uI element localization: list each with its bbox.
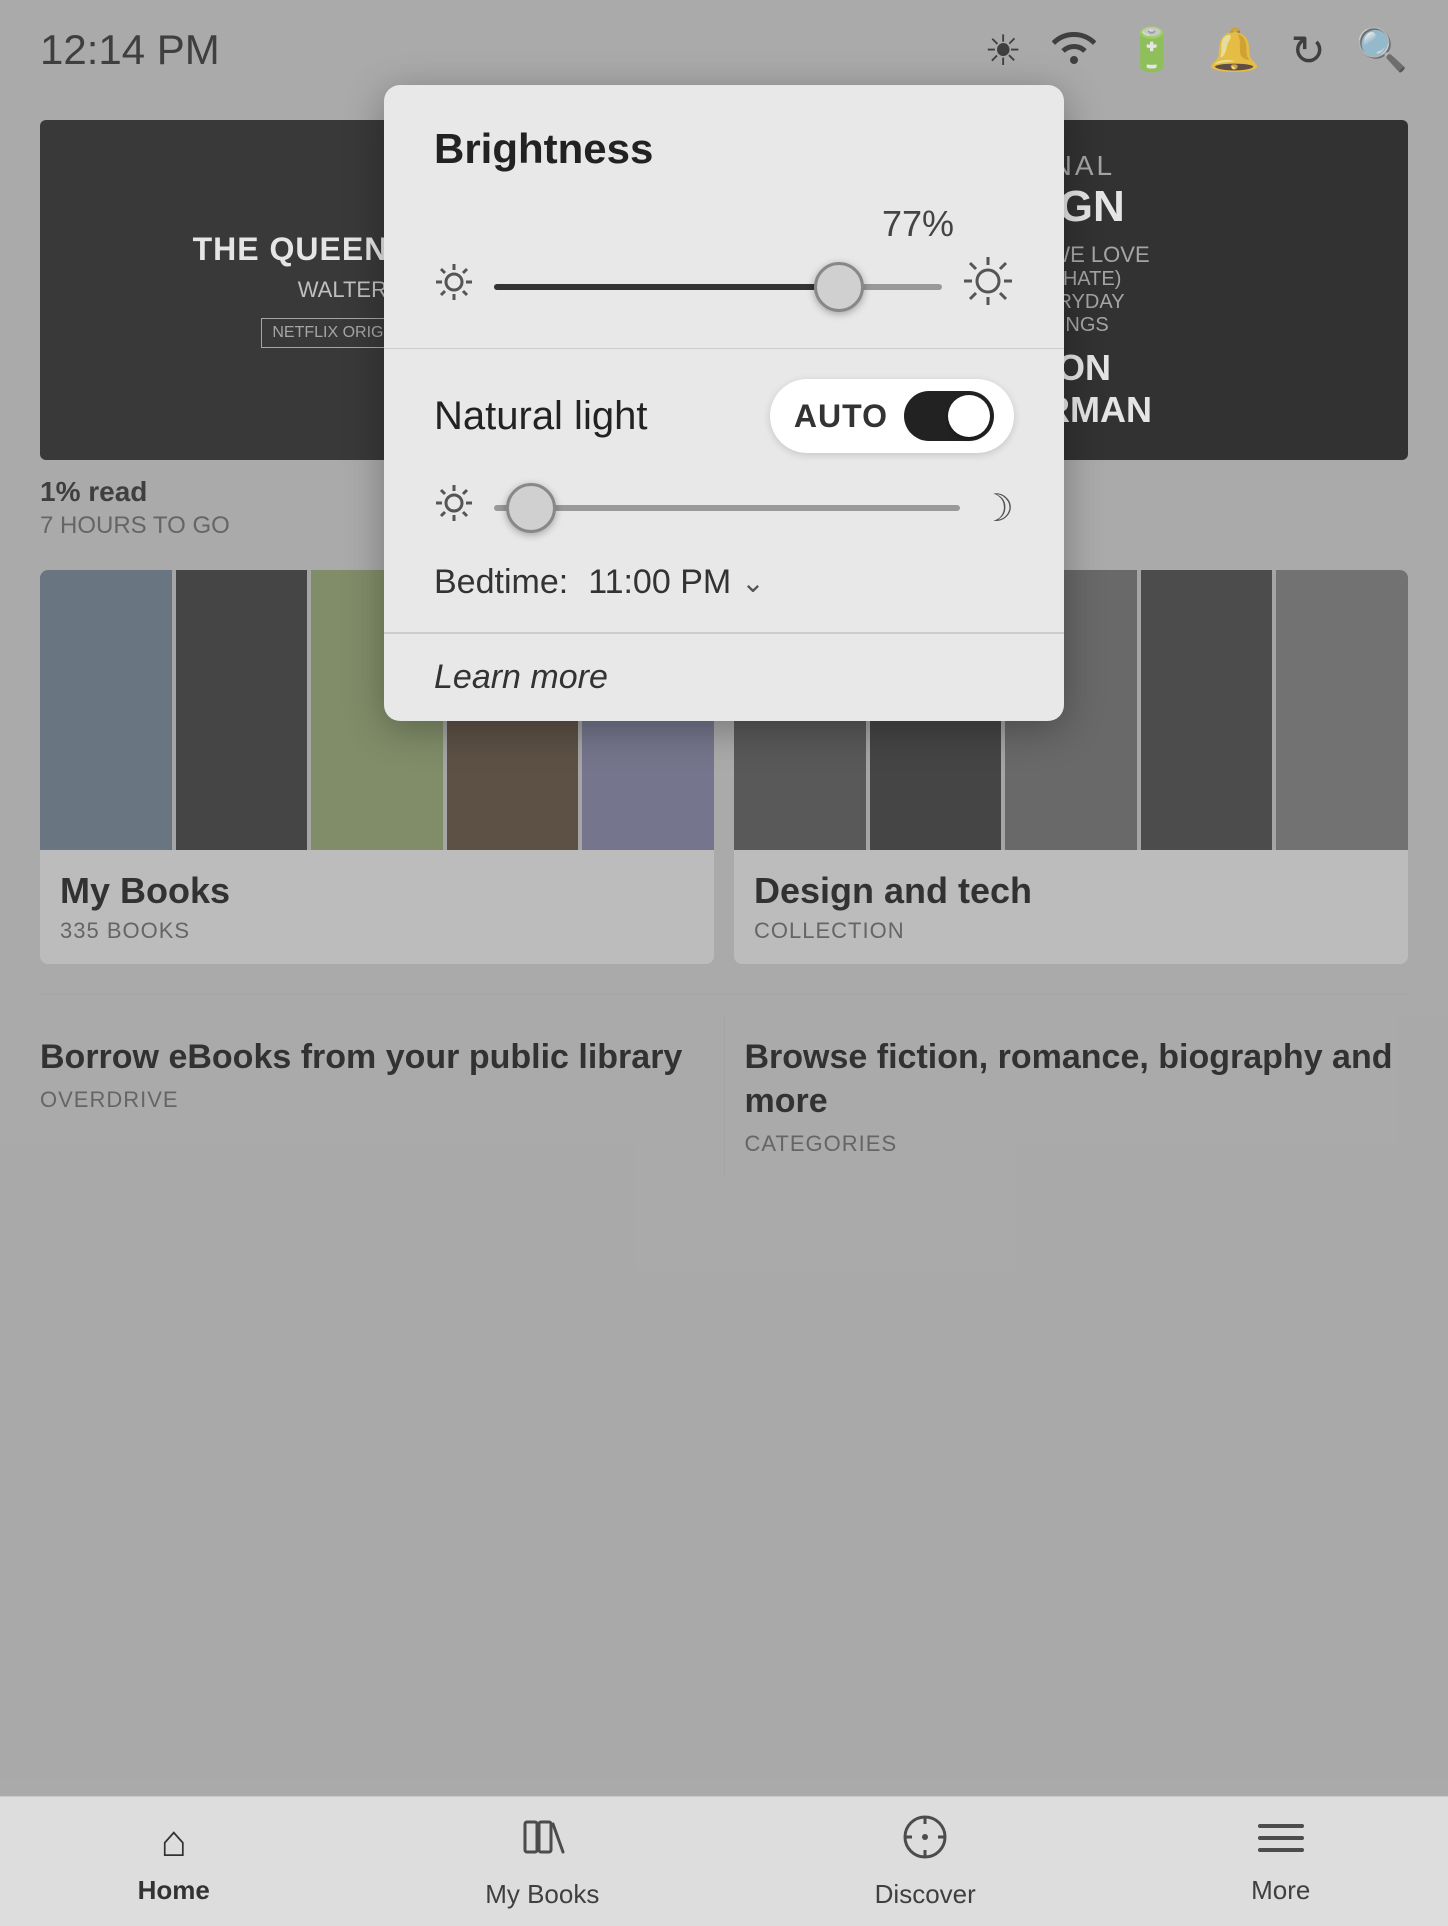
learn-more-section: Learn more xyxy=(384,633,1064,721)
brightness-slider-track[interactable] xyxy=(494,284,942,290)
chevron-down-icon: ⌄ xyxy=(741,566,764,599)
bedtime-row: Bedtime: 11:00 PM ⌄ xyxy=(434,563,1014,602)
bedtime-time-selector[interactable]: 11:00 PM ⌄ xyxy=(588,563,764,602)
warmth-slider-thumb[interactable] xyxy=(506,483,556,533)
brightness-value: 77% xyxy=(434,203,1014,245)
natural-light-row: Natural light AUTO xyxy=(434,379,1014,453)
brightness-section: Brightness 77% xyxy=(384,85,1064,349)
brightness-slider-row xyxy=(434,255,1014,318)
warmth-slider-track[interactable] xyxy=(494,505,960,511)
bedtime-label: Bedtime: xyxy=(434,563,568,602)
sun-large-icon xyxy=(962,255,1014,318)
brightness-slider-fill xyxy=(494,284,839,290)
toggle-knob xyxy=(948,395,990,437)
brightness-panel: Brightness 77% xyxy=(384,85,1064,721)
auto-label: AUTO xyxy=(794,398,888,435)
learn-more-link[interactable]: Learn more xyxy=(434,658,608,696)
warmth-slider-row: ☽ xyxy=(434,483,1014,533)
warmth-sun-icon xyxy=(434,483,474,533)
natural-light-section: Natural light AUTO xyxy=(384,349,1064,633)
natural-light-toggle[interactable] xyxy=(904,391,994,441)
natural-light-label: Natural light xyxy=(434,394,647,439)
sun-small-icon xyxy=(434,262,474,312)
brightness-heading: Brightness xyxy=(434,125,1014,173)
moon-icon: ☽ xyxy=(980,486,1014,531)
panel-notch xyxy=(704,85,744,87)
bedtime-time-value: 11:00 PM xyxy=(588,563,731,602)
auto-toggle-container[interactable]: AUTO xyxy=(770,379,1014,453)
brightness-slider-thumb[interactable] xyxy=(814,262,864,312)
